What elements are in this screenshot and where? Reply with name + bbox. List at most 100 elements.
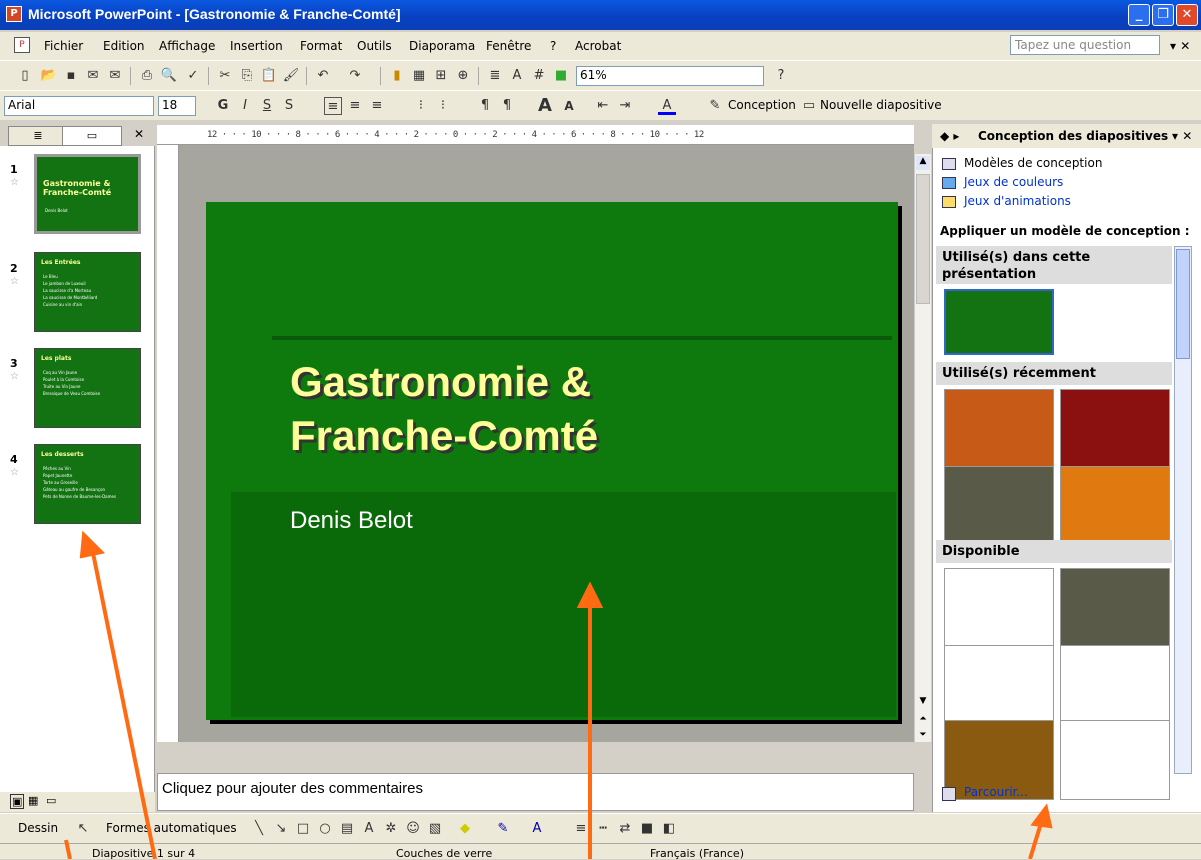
new-slide-button[interactable]: Nouvelle diapositive <box>820 98 942 112</box>
color-grayscale-icon[interactable]: ■ <box>552 67 570 85</box>
slide-thumbnail[interactable]: Les desserts Pêches au Vin Papet Jaunett… <box>34 444 141 524</box>
tables-borders-icon[interactable]: ⊞ <box>432 67 450 85</box>
draw-menu[interactable]: Dessin <box>18 821 58 835</box>
menu-insertion[interactable]: Insertion <box>230 39 283 53</box>
menu-diaporama[interactable]: Diaporama <box>409 39 475 53</box>
rectangle-icon[interactable]: □ <box>294 820 312 838</box>
paste-icon[interactable]: 📋 <box>260 67 278 85</box>
design-template[interactable] <box>1060 645 1170 725</box>
design-template[interactable] <box>944 466 1054 546</box>
slide[interactable]: Gastronomie & Franche-Comté Denis Belot <box>206 202 898 720</box>
task-pane-title[interactable]: Conception des diapositives <box>978 129 1168 143</box>
back-icon[interactable]: ◆ ▸ <box>940 129 959 143</box>
new-slide-icon[interactable]: ▭ <box>800 97 818 115</box>
align-center-icon[interactable]: ≡ <box>346 97 364 115</box>
scroll-down-icon[interactable]: ▼ <box>916 696 930 710</box>
shadow-style-icon[interactable]: ■ <box>638 820 656 838</box>
rtl-icon[interactable]: ¶ <box>498 97 516 115</box>
save-icon[interactable]: ▪ <box>62 67 80 85</box>
preview-icon[interactable]: 🔍 <box>160 67 178 85</box>
close-doc-icon[interactable]: ▾ ✕ <box>1170 39 1190 53</box>
oval-icon[interactable]: ○ <box>316 820 334 838</box>
vertical-scrollbar[interactable]: ▲ ▼ ⏶ ⏷ <box>914 154 931 742</box>
design-template[interactable] <box>944 568 1054 648</box>
hyperlink-icon[interactable]: ⊕ <box>454 67 472 85</box>
permission-icon[interactable]: ✉ <box>84 67 102 85</box>
copy-icon[interactable]: ⎘ <box>238 67 256 85</box>
chart-icon[interactable]: ▮ <box>388 67 406 85</box>
diagram-icon[interactable]: ✲ <box>382 820 400 838</box>
align-right-icon[interactable]: ≡ <box>368 97 386 115</box>
spelling-icon[interactable]: ✓ <box>184 67 202 85</box>
slide-thumbnail[interactable]: Les plats Coq au Vin Jaune Poulet à la C… <box>34 348 141 428</box>
grid-icon[interactable]: # <box>530 67 548 85</box>
animation-schemes-link[interactable]: Jeux d'animations <box>964 194 1071 208</box>
menu-outils[interactable]: Outils <box>357 39 392 53</box>
task-pane-scrollbar[interactable] <box>1174 246 1192 774</box>
close-pane-icon[interactable]: ✕ <box>134 127 144 141</box>
format-painter-icon[interactable]: 🖌 <box>282 67 300 85</box>
normal-view-icon[interactable]: ▣ <box>10 794 25 809</box>
close-button[interactable]: ✕ <box>1176 4 1198 26</box>
new-icon[interactable]: ▯ <box>16 67 34 85</box>
slide-thumbnail[interactable]: Gastronomie & Franche-Comté Denis Belot <box>34 154 141 234</box>
prev-slide-icon[interactable]: ⏶ <box>916 714 930 728</box>
notes-field[interactable]: Cliquez pour ajouter des commentaires <box>157 773 914 811</box>
show-formatting-icon[interactable]: A <box>508 67 526 85</box>
undo-icon[interactable]: ↶ <box>314 67 332 85</box>
open-icon[interactable]: 📂 <box>40 67 58 85</box>
3d-style-icon[interactable]: ◧ <box>660 820 678 838</box>
slide-subtitle[interactable]: Denis Belot <box>290 507 413 535</box>
align-left-icon[interactable]: ≡ <box>324 97 342 115</box>
dash-style-icon[interactable]: ┅ <box>594 820 612 838</box>
task-pane-close-icon[interactable]: ▾ ✕ <box>1172 129 1192 143</box>
menu-help[interactable]: ? <box>550 39 556 53</box>
next-slide-icon[interactable]: ⏷ <box>916 730 930 744</box>
menu-fenetre[interactable]: Fenêtre <box>486 39 531 53</box>
cut-icon[interactable]: ✂ <box>216 67 234 85</box>
slideshow-view-icon[interactable]: ▭ <box>46 794 56 807</box>
color-schemes-link[interactable]: Jeux de couleurs <box>964 175 1063 189</box>
email-icon[interactable]: ✉ <box>106 67 124 85</box>
shadow-icon[interactable]: S <box>280 97 298 115</box>
redo-icon[interactable]: ↷ <box>346 67 364 85</box>
help-icon[interactable]: ? <box>772 67 790 85</box>
decrease-indent-icon[interactable]: ⇤ <box>594 97 612 115</box>
scroll-thumb[interactable] <box>1176 249 1190 359</box>
menu-format[interactable]: Format <box>300 39 342 53</box>
font-color-icon[interactable]: A <box>528 820 546 838</box>
zoom-select[interactable]: 61% <box>576 66 764 86</box>
line-icon[interactable]: ╲ <box>250 820 268 838</box>
question-input[interactable]: Tapez une question <box>1010 35 1160 55</box>
clipart-icon[interactable]: ☺ <box>404 820 422 838</box>
increase-indent-icon[interactable]: ⇥ <box>616 97 634 115</box>
design-template[interactable] <box>944 389 1054 469</box>
arrow-icon[interactable]: ↘ <box>272 820 290 838</box>
restore-button[interactable]: ❐ <box>1152 4 1174 26</box>
design-template[interactable] <box>1060 720 1170 800</box>
font-color-icon[interactable]: A <box>658 97 676 115</box>
bold-icon[interactable]: G <box>214 97 232 115</box>
wordart-icon[interactable]: A <box>360 820 378 838</box>
design-icon[interactable]: ✎ <box>706 97 724 115</box>
autoshapes-menu[interactable]: Formes automatiques <box>106 821 237 835</box>
font-size-select[interactable]: 18 <box>158 96 196 116</box>
font-select[interactable]: Arial <box>4 96 154 116</box>
bullets-icon[interactable]: ⁝ <box>434 97 452 115</box>
expand-all-icon[interactable]: ≣ <box>486 67 504 85</box>
sorter-view-icon[interactable]: ▦ <box>28 794 38 807</box>
italic-icon[interactable]: I <box>236 97 254 115</box>
textbox-icon[interactable]: ▤ <box>338 820 356 838</box>
scroll-thumb[interactable] <box>916 174 930 304</box>
table-icon[interactable]: ▦ <box>410 67 428 85</box>
menu-affichage[interactable]: Affichage <box>159 39 215 53</box>
tab-outline[interactable]: ≣ <box>8 126 68 146</box>
design-template[interactable] <box>1060 466 1170 546</box>
arrow-style-icon[interactable]: ⇄ <box>616 820 634 838</box>
design-template[interactable] <box>944 645 1054 725</box>
numbering-icon[interactable]: ⁝ <box>412 97 430 115</box>
menu-fichier[interactable]: Fichier <box>44 39 83 53</box>
menu-acrobat[interactable]: Acrobat <box>575 39 621 53</box>
picture-icon[interactable]: ▧ <box>426 820 444 838</box>
slide-thumbnail[interactable]: Les Entrées Le Bleu Le jambon de Luxeuil… <box>34 252 141 332</box>
